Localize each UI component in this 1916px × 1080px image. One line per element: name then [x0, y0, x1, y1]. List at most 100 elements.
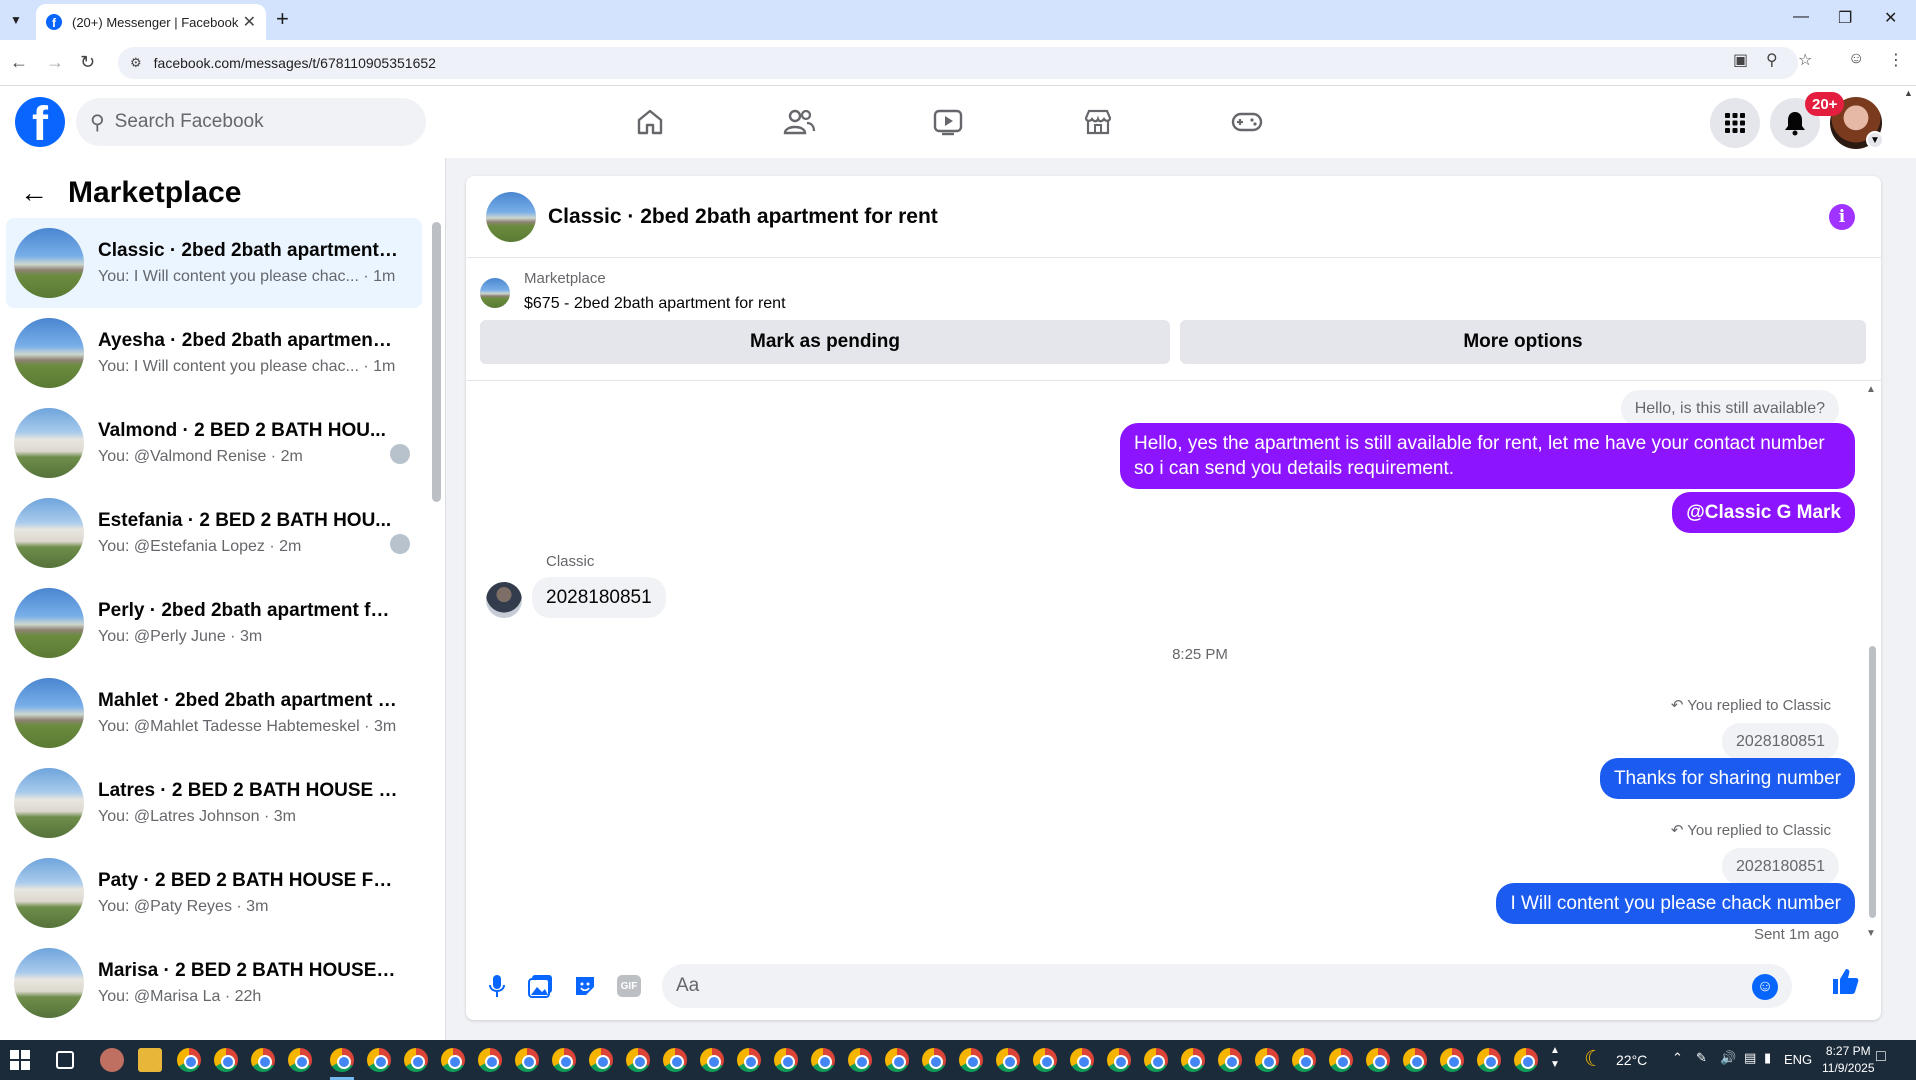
chrome-icon[interactable] [367, 1048, 391, 1072]
volume-icon[interactable]: 🔊 [1720, 1050, 1736, 1066]
gaming-icon[interactable] [1225, 100, 1269, 144]
chat-scrollbar[interactable] [1869, 646, 1876, 918]
photo-icon[interactable] [526, 971, 556, 1001]
back-arrow-icon[interactable]: ← [20, 177, 48, 209]
chrome-icon[interactable] [1292, 1048, 1316, 1072]
chrome-icon[interactable] [330, 1048, 354, 1072]
pen-icon[interactable]: ✎ [1696, 1050, 1707, 1066]
weather-temp[interactable]: 22°C [1616, 1052, 1647, 1068]
gif-icon[interactable]: GIF [614, 971, 644, 1001]
friends-icon[interactable] [777, 100, 821, 144]
chrome-icon[interactable] [478, 1048, 502, 1072]
chrome-icon[interactable] [589, 1048, 613, 1072]
thumbs-up-icon[interactable] [1830, 966, 1860, 1004]
browser-tab[interactable]: f (20+) Messenger | Facebook ✕ [36, 4, 266, 40]
conversation-item[interactable]: Latres · 2 BED 2 BATH HOUSE FO... You: @L… [6, 758, 422, 848]
window-close-icon[interactable]: ✕ [1884, 8, 1897, 28]
chevron-down-icon[interactable]: ▼ [1866, 131, 1884, 149]
bookmark-star-icon[interactable]: ☆ [1798, 50, 1812, 70]
microphone-icon[interactable] [482, 971, 512, 1001]
site-info-icon[interactable]: ⚙ [130, 55, 142, 71]
chrome-icon[interactable] [1107, 1048, 1131, 1072]
menu-grid-icon[interactable] [1710, 98, 1760, 148]
chrome-icon[interactable] [1255, 1048, 1279, 1072]
chat-title[interactable]: Classic · 2bed 2bath apartment for rent [548, 205, 938, 229]
chrome-icon[interactable] [1514, 1048, 1538, 1072]
battery-icon[interactable]: ▮ [1764, 1050, 1771, 1066]
conversation-item[interactable]: Marisa · 2 BED 2 BATH HOUSE F... You: @Ma… [6, 938, 422, 1028]
chrome-icon[interactable] [774, 1048, 798, 1072]
conversation-item[interactable]: Perly · 2bed 2bath apartment for... You: … [6, 578, 422, 668]
marketplace-icon[interactable] [1076, 100, 1120, 144]
chrome-icon[interactable] [737, 1048, 761, 1072]
sender-avatar[interactable] [486, 582, 522, 618]
back-arrow-icon[interactable]: ← [10, 52, 28, 73]
chrome-icon[interactable] [1440, 1048, 1464, 1072]
sticker-icon[interactable] [570, 971, 600, 1001]
chrome-icon[interactable] [441, 1048, 465, 1072]
chrome-icon[interactable] [811, 1048, 835, 1072]
address-bar[interactable]: ⚙ facebook.com/messages/t/67811090535165… [118, 47, 1798, 79]
chrome-icon[interactable] [848, 1048, 872, 1072]
outgoing-mention-message[interactable]: @Classic G Mark [1672, 492, 1855, 533]
video-icon[interactable] [926, 100, 970, 144]
chrome-icon[interactable] [1033, 1048, 1057, 1072]
conversation-item[interactable]: Paty · 2 BED 2 BATH HOUSE FOR... You: @Pa… [6, 848, 422, 938]
chrome-icon[interactable] [214, 1048, 238, 1072]
chrome-icon[interactable] [1218, 1048, 1242, 1072]
chrome-icon[interactable] [1477, 1048, 1501, 1072]
scroll-up-icon[interactable]: ▲ [1866, 384, 1876, 395]
outgoing-message[interactable]: Hello, yes the apartment is still availa… [1120, 423, 1855, 489]
outgoing-message[interactable]: Thanks for sharing number [1599, 758, 1855, 799]
chrome-icon[interactable] [177, 1048, 201, 1072]
listing-summary[interactable]: Marketplace $675 - 2bed 2bath apartment … [480, 270, 786, 313]
listing-thumbnail[interactable] [486, 191, 536, 242]
chrome-icon[interactable] [552, 1048, 576, 1072]
install-app-icon[interactable]: ▣ [1733, 50, 1748, 70]
chrome-icon[interactable] [663, 1048, 687, 1072]
emoji-icon[interactable]: ☺ [1752, 974, 1778, 1000]
incoming-message[interactable]: 2028180851 [532, 577, 666, 618]
facebook-logo-icon[interactable]: f [15, 97, 65, 147]
chrome-icon[interactable] [922, 1048, 946, 1072]
new-tab-icon[interactable]: + [276, 8, 289, 30]
notification-center-icon[interactable]: □ [1876, 1048, 1886, 1066]
page-scroll-up-icon[interactable]: ▲ [1904, 88, 1913, 98]
chrome-icon[interactable] [700, 1048, 724, 1072]
chrome-icon[interactable] [996, 1048, 1020, 1072]
message-input[interactable] [676, 975, 1676, 997]
search-input[interactable] [114, 111, 375, 133]
conversation-item[interactable]: Ayesha · 2bed 2bath apartment f... You: I… [6, 308, 422, 398]
profile-icon[interactable]: ☺ [1848, 50, 1864, 68]
chrome-icon[interactable] [1144, 1048, 1168, 1072]
taskbar-scroll-icon[interactable]: ▲ ▼ [1550, 1044, 1560, 1072]
chrome-icon[interactable] [251, 1048, 275, 1072]
network-icon[interactable]: ▤ [1744, 1050, 1756, 1066]
home-icon[interactable] [628, 100, 672, 144]
language-indicator[interactable]: ENG [1784, 1052, 1812, 1067]
reload-icon[interactable]: ↻ [80, 52, 95, 73]
chrome-icon[interactable] [1181, 1048, 1205, 1072]
chrome-icon[interactable] [1366, 1048, 1390, 1072]
browser-menu-icon[interactable]: ⋮ [1888, 50, 1904, 70]
chrome-icon[interactable] [885, 1048, 909, 1072]
tab-close-icon[interactable]: ✕ [243, 12, 256, 32]
chrome-icon[interactable] [959, 1048, 983, 1072]
conversation-item[interactable]: Estefania · 2 BED 2 BATH HOU... You: @Est… [6, 488, 422, 578]
scroll-down-icon[interactable]: ▼ [1866, 928, 1876, 939]
chrome-icon[interactable] [626, 1048, 650, 1072]
file-explorer-icon[interactable] [138, 1048, 162, 1072]
show-hidden-icons-icon[interactable]: ⌃ [1672, 1050, 1683, 1066]
chrome-icon[interactable] [288, 1048, 312, 1072]
forward-arrow-icon[interactable]: → [46, 52, 64, 73]
more-options-button[interactable]: More options [1180, 320, 1866, 364]
chrome-icon[interactable] [404, 1048, 428, 1072]
clock[interactable]: 8:27 PM 11/9/2025 [1822, 1043, 1875, 1077]
mark-as-pending-button[interactable]: Mark as pending [480, 320, 1170, 364]
start-windows-icon[interactable] [10, 1050, 30, 1070]
chrome-icon[interactable] [1329, 1048, 1353, 1072]
conversation-item[interactable]: Valmond · 2 BED 2 BATH HOU... You: @Valmo… [6, 398, 422, 488]
conversation-item[interactable]: Classic · 2bed 2bath apartment f... You: … [6, 218, 422, 308]
chrome-icon[interactable] [515, 1048, 539, 1072]
taskbar-app-icon[interactable] [100, 1048, 124, 1072]
